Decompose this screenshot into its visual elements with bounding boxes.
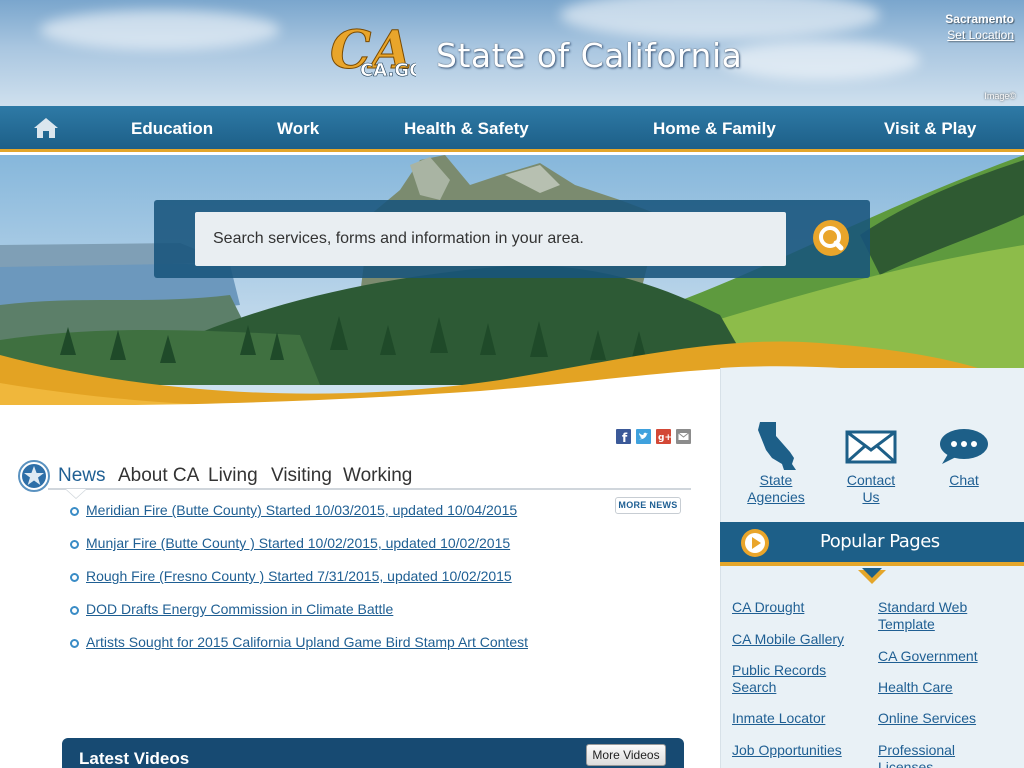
popular-link-standard-web-template[interactable]: Standard Web Template <box>878 599 967 633</box>
latest-videos-title: Latest Videos <box>79 749 190 768</box>
star-icon <box>18 460 50 492</box>
news-link[interactable]: Munjar Fire (Butte County ) Started 10/0… <box>86 535 510 551</box>
link-line: Professional <box>878 742 956 758</box>
link-line: Agencies <box>747 489 805 505</box>
google-plus-icon[interactable]: g+ <box>656 429 671 444</box>
popular-link-ca-drought[interactable]: CA Drought <box>732 599 804 616</box>
bullet-icon <box>70 507 79 516</box>
tab-news[interactable]: News <box>58 465 106 487</box>
search-input[interactable] <box>195 212 786 266</box>
envelope-icon[interactable] <box>845 430 897 464</box>
contact-us-link[interactable]: Contact Us <box>838 472 904 506</box>
cloud <box>720 40 920 80</box>
link-line: State <box>759 472 793 488</box>
image-credit[interactable]: Image© <box>984 91 1016 101</box>
chat-bubble-icon[interactable] <box>938 428 990 466</box>
link-line: Public Records <box>732 662 827 678</box>
bullet-icon <box>70 540 79 549</box>
email-icon[interactable] <box>676 429 691 444</box>
site-header: CA CA.GOV State of California Sacramento… <box>0 0 1024 106</box>
location-box: Sacramento Set Location <box>945 12 1014 42</box>
nav-home-family[interactable]: Home & Family <box>653 119 776 139</box>
tab-about-ca[interactable]: About CA <box>118 465 199 487</box>
tabs-divider <box>48 488 691 490</box>
more-news-button[interactable]: MORE NEWS <box>615 497 681 514</box>
twitter-icon[interactable] <box>636 429 651 444</box>
nav-health-safety[interactable]: Health & Safety <box>404 119 529 139</box>
cloud <box>560 0 880 40</box>
svg-text:g+: g+ <box>658 433 671 443</box>
svg-text:f: f <box>622 431 628 444</box>
tab-visiting[interactable]: Visiting <box>271 465 332 487</box>
popular-link-ca-mobile-gallery[interactable]: CA Mobile Gallery <box>732 631 844 648</box>
nav-visit-play[interactable]: Visit & Play <box>884 119 976 139</box>
tab-working[interactable]: Working <box>343 465 412 487</box>
popular-pages-title: Popular Pages <box>820 531 940 552</box>
popular-link-health-care[interactable]: Health Care <box>878 679 953 696</box>
bullet-icon <box>70 639 79 648</box>
tab-living[interactable]: Living <box>208 465 258 487</box>
link-line: Standard Web <box>878 599 968 615</box>
site-title: State of California <box>436 36 743 75</box>
state-agencies-link[interactable]: State Agencies <box>740 472 812 506</box>
tab-pointer <box>66 489 86 498</box>
california-map-icon[interactable] <box>754 420 802 472</box>
main-nav: Education Work Health & Safety Home & Fa… <box>0 106 1024 152</box>
popular-link-job-opportunities[interactable]: Job Opportunities <box>732 742 842 759</box>
link-line: Search <box>732 679 777 695</box>
news-link[interactable]: Meridian Fire (Butte County) Started 10/… <box>86 502 517 518</box>
nav-education[interactable]: Education <box>131 119 213 139</box>
popular-link-online-services[interactable]: Online Services <box>878 710 976 727</box>
news-link[interactable]: Rough Fire (Fresno County ) Started 7/31… <box>86 568 512 584</box>
latest-videos-panel: Latest Videos More Videos <box>62 738 684 768</box>
bullet-icon <box>70 573 79 582</box>
popular-link-ca-government[interactable]: CA Government <box>878 648 978 665</box>
search-icon[interactable] <box>811 218 851 258</box>
chat-link[interactable]: Chat <box>934 472 994 489</box>
facebook-icon[interactable]: f <box>616 429 631 444</box>
link-line: Licenses <box>878 759 934 768</box>
popular-pages-header: Popular Pages <box>720 522 1024 566</box>
popular-notch-inner <box>862 568 882 578</box>
set-location-link[interactable]: Set Location <box>945 28 1014 42</box>
bullet-icon <box>70 606 79 615</box>
cloud <box>40 10 280 50</box>
nav-work[interactable]: Work <box>277 119 319 139</box>
play-icon <box>741 529 769 557</box>
home-icon[interactable] <box>33 116 59 140</box>
news-link[interactable]: DOD Drafts Energy Commission in Climate … <box>86 601 393 617</box>
link-line: Contact <box>846 472 896 488</box>
location-city: Sacramento <box>945 12 1014 26</box>
link-line: Template <box>878 616 935 632</box>
logo-text: CA.GOV <box>360 60 416 81</box>
popular-link-public-records-search[interactable]: Public Records Search <box>732 662 826 696</box>
popular-link-professional-licenses[interactable]: Professional Licenses <box>878 742 955 768</box>
more-videos-button[interactable]: More Videos <box>586 744 666 766</box>
link-line: Us <box>862 489 880 505</box>
ca-gov-logo[interactable]: CA CA.GOV <box>326 14 417 84</box>
main-content <box>0 405 720 768</box>
search-panel <box>154 200 870 278</box>
popular-link-inmate-locator[interactable]: Inmate Locator <box>732 710 825 727</box>
news-link[interactable]: Artists Sought for 2015 California Uplan… <box>86 634 528 650</box>
